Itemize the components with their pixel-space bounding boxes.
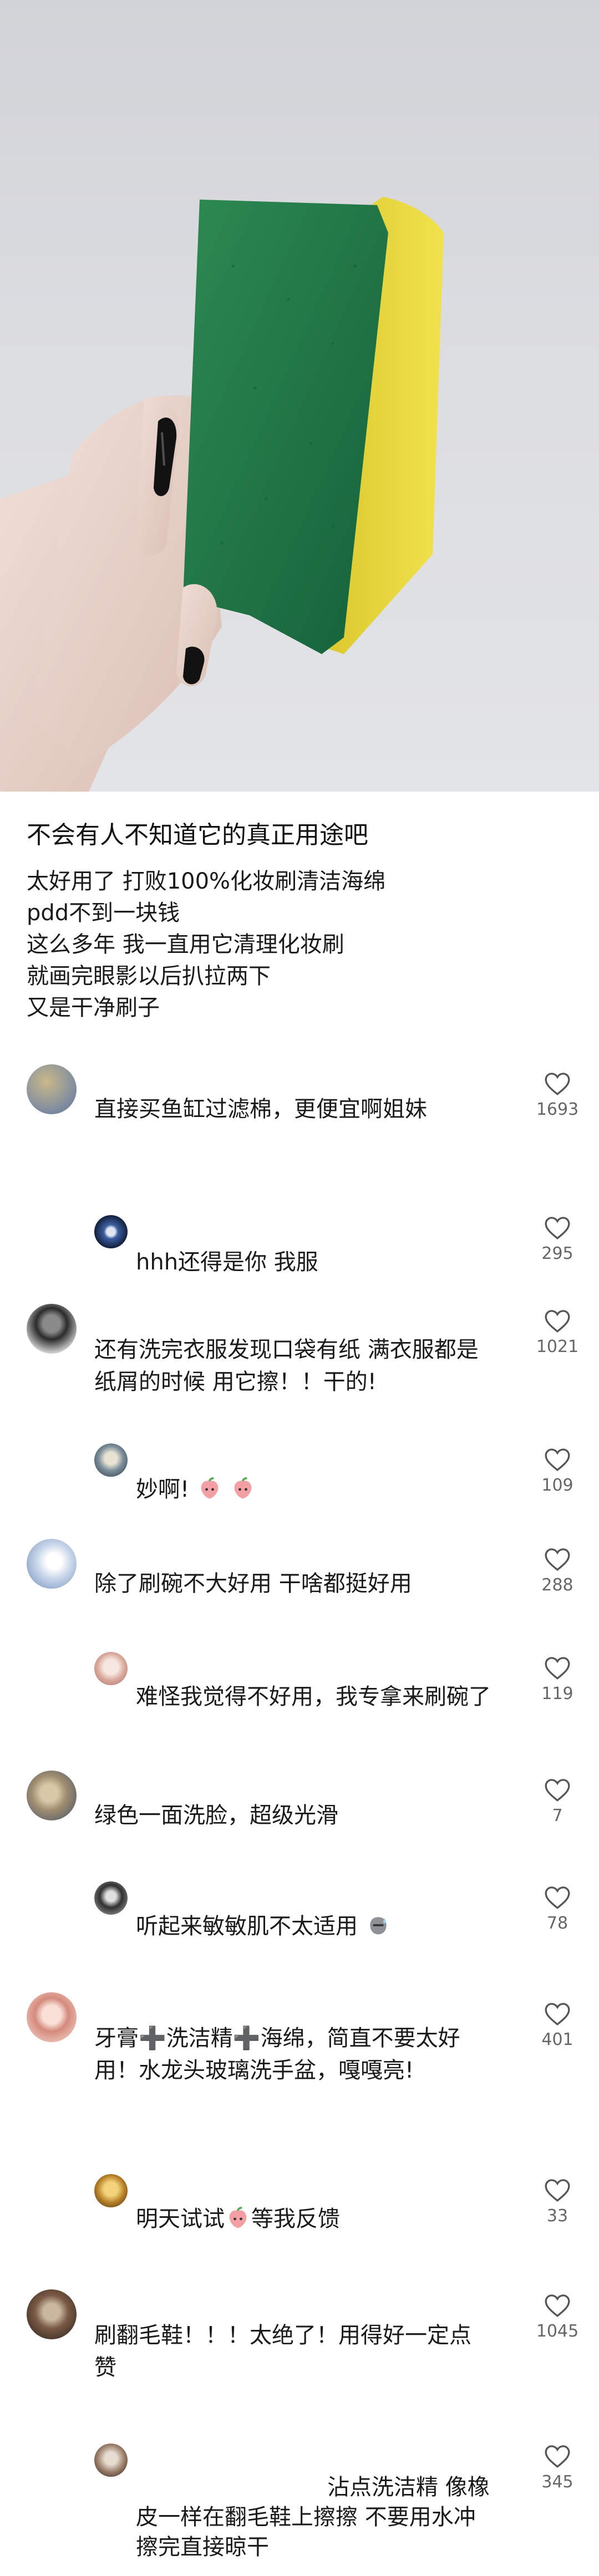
avatar[interactable] xyxy=(27,2289,77,2339)
avatar[interactable] xyxy=(94,1443,128,1477)
like-button[interactable]: 288 xyxy=(524,1547,591,1595)
like-count: 109 xyxy=(541,1476,573,1495)
comment-text: 妙啊! xyxy=(136,1473,256,1506)
post-photo[interactable] xyxy=(0,0,599,792)
heart-outline-icon xyxy=(545,2294,570,2317)
comment-text: 牙膏➕洗洁精➕海绵，简直不要太好 用！水龙头玻璃洗手盆，嘎嘎亮! xyxy=(94,2022,460,2087)
like-count: 1021 xyxy=(536,1337,579,1356)
like-count: 401 xyxy=(541,2030,573,2049)
post-body-line: 太好用了 打败100%化妆刷清洁海绵 xyxy=(27,869,386,894)
avatar[interactable] xyxy=(94,2444,128,2477)
comment-text-line: 还有洗完衣服发现口袋有纸 满衣服都是 xyxy=(94,1337,479,1363)
post-body-line: 就画完眼影以后扒拉两下 xyxy=(27,963,271,989)
comment-item[interactable]: 刷翻毛鞋！！！太绝了！用得好一定点 赞 1045 xyxy=(0,2289,599,2400)
reply-item[interactable]: 沾点洗洁精 像橡 皮一样在翻毛鞋上擦擦 不要用水冲 擦完直接晾干 345 xyxy=(0,2444,599,2571)
avatar[interactable] xyxy=(94,1215,128,1248)
like-button[interactable]: 1021 xyxy=(524,1308,591,1356)
sweat-emoji-icon xyxy=(370,1917,387,1935)
comment-text-line: 擦完直接晾干 xyxy=(136,2534,269,2560)
heart-outline-icon xyxy=(545,1448,570,1471)
comment-item[interactable]: 直接买鱼缸过滤棉，更便宜啊姐妹 1693 xyxy=(0,1064,599,1159)
like-button[interactable]: 345 xyxy=(524,2444,591,2492)
comment-text: 听起来敏敏肌不太适用 xyxy=(136,1910,392,1942)
like-count: 288 xyxy=(541,1575,573,1595)
reply-item[interactable]: 妙啊! 109 xyxy=(0,1443,599,1510)
comment-text-line: 纸屑的时候 用它擦！！干的! xyxy=(94,1369,377,1395)
heart-outline-icon xyxy=(545,2445,570,2468)
comment-text-span: 等我反馈 xyxy=(251,2206,340,2232)
like-button[interactable]: 7 xyxy=(524,1777,591,1825)
like-count: 78 xyxy=(546,1914,568,1933)
comment-item[interactable]: 除了刷碗不大好用 干啥都挺好用 288 xyxy=(0,1539,599,1616)
peach-emoji-icon xyxy=(201,1477,219,1499)
comment-text-line: 沾点洗洁精 像橡 xyxy=(327,2475,490,2500)
comment-text-span: 听起来敏敏肌不太适用 xyxy=(136,1914,358,1939)
like-button[interactable]: 33 xyxy=(524,2177,591,2226)
avatar[interactable] xyxy=(27,1539,77,1589)
reply-item[interactable]: hhh还得是你 我服 295 xyxy=(0,1215,599,1276)
like-count: 1045 xyxy=(536,2322,579,2341)
comment-text: 直接买鱼缸过滤棉，更便宜啊姐妹 xyxy=(94,1096,427,1122)
comment-text-line: 牙膏➕洗洁精➕海绵，简直不要太好 xyxy=(94,2026,460,2051)
heart-outline-icon xyxy=(545,1310,570,1333)
comment-text: hhh还得是你 我服 xyxy=(136,1249,318,1275)
comment-text: 还有洗完衣服发现口袋有纸 满衣服都是 纸屑的时候 用它擦！！干的! xyxy=(94,1334,479,1398)
like-count: 295 xyxy=(541,1244,573,1263)
post-title: 不会有人不知道它的真正用途吧 xyxy=(27,821,368,849)
comment-text: 明天试试 等我反馈 xyxy=(136,2203,340,2235)
comment-text-line: 赞 xyxy=(94,2355,116,2380)
heart-outline-icon xyxy=(545,1073,570,1095)
comment-item[interactable]: 绿色一面洗脸，超级光滑 7 xyxy=(0,1771,599,1848)
comment-text: 沾点洗洁精 像橡 皮一样在翻毛鞋上擦擦 不要用水冲 擦完直接晾干 xyxy=(136,2472,490,2562)
like-count: 345 xyxy=(541,2472,573,2492)
avatar[interactable] xyxy=(27,1771,77,1820)
comment-text: 除了刷碗不大好用 干啥都挺好用 xyxy=(94,1571,412,1596)
avatar[interactable] xyxy=(94,2174,128,2207)
comment-text-line: 刷翻毛鞋！！！太绝了！用得好一定点 xyxy=(94,2323,471,2348)
avatar[interactable] xyxy=(27,1064,77,1114)
heart-outline-icon xyxy=(545,1779,570,1802)
post-body: 太好用了 打败100%化妆刷清洁海绵 pdd不到一块钱 这么多年 我一直用它清理… xyxy=(27,866,570,1024)
post-body-line: 又是干净刷子 xyxy=(27,995,160,1021)
like-button[interactable]: 119 xyxy=(524,1655,591,1703)
heart-outline-icon xyxy=(545,1886,570,1909)
like-button[interactable]: 1045 xyxy=(524,2293,591,2341)
comment-text: 难怪我觉得不好用，我专拿来刷碗了 xyxy=(136,1684,491,1710)
comment-text-span: 妙啊! xyxy=(136,1477,190,1502)
avatar[interactable] xyxy=(94,1652,128,1685)
like-button[interactable]: 78 xyxy=(524,1885,591,1933)
avatar[interactable] xyxy=(94,1881,128,1915)
comment-item[interactable]: 牙膏➕洗洁精➕海绵，简直不要太好 用！水龙头玻璃洗手盆，嘎嘎亮! 401 xyxy=(0,1992,599,2114)
reply-item[interactable]: 听起来敏敏肌不太适用 78 xyxy=(0,1881,599,1948)
like-button[interactable]: 109 xyxy=(524,1447,591,1495)
like-count: 1693 xyxy=(536,1100,579,1119)
like-button[interactable]: 1693 xyxy=(524,1071,591,1119)
like-count: 119 xyxy=(541,1684,573,1703)
heart-outline-icon xyxy=(545,2003,570,2026)
comment-text-line: 皮一样在翻毛鞋上擦擦 不要用水冲 xyxy=(136,2504,476,2530)
reply-item[interactable]: 难怪我觉得不好用，我专拿来刷碗了 119 xyxy=(0,1652,599,1718)
like-button[interactable]: 401 xyxy=(524,2001,591,2049)
peach-emoji-icon xyxy=(235,1477,252,1499)
comment-text: 绿色一面洗脸，超级光滑 xyxy=(94,1803,338,1828)
post-body-line: 这么多年 我一直用它清理化妆刷 xyxy=(27,932,344,957)
sponge-photo-illustration xyxy=(0,197,444,792)
like-button[interactable]: 295 xyxy=(524,1215,591,1263)
comment-item[interactable]: 还有洗完衣服发现口袋有纸 满衣服都是 纸屑的时候 用它擦！！干的! 1021 xyxy=(0,1304,599,1415)
post-body-line: pdd不到一块钱 xyxy=(27,900,180,926)
like-count: 7 xyxy=(552,1806,563,1825)
peach-emoji-icon xyxy=(229,2206,247,2228)
comment-text-span: 明天试试 xyxy=(136,2206,225,2232)
comment-text-line: 用！水龙头玻璃洗手盆，嘎嘎亮! xyxy=(94,2058,414,2083)
heart-outline-icon xyxy=(545,1657,570,1680)
avatar[interactable] xyxy=(27,1304,77,1354)
reply-item[interactable]: 明天试试 等我反馈 33 xyxy=(0,2174,599,2241)
heart-outline-icon xyxy=(545,2179,570,2202)
avatar[interactable] xyxy=(27,1992,77,2042)
comment-text: 刷翻毛鞋！！！太绝了！用得好一定点 赞 xyxy=(94,2319,471,2384)
heart-outline-icon xyxy=(545,1548,570,1571)
like-count: 33 xyxy=(546,2206,568,2226)
heart-outline-icon xyxy=(545,1217,570,1239)
